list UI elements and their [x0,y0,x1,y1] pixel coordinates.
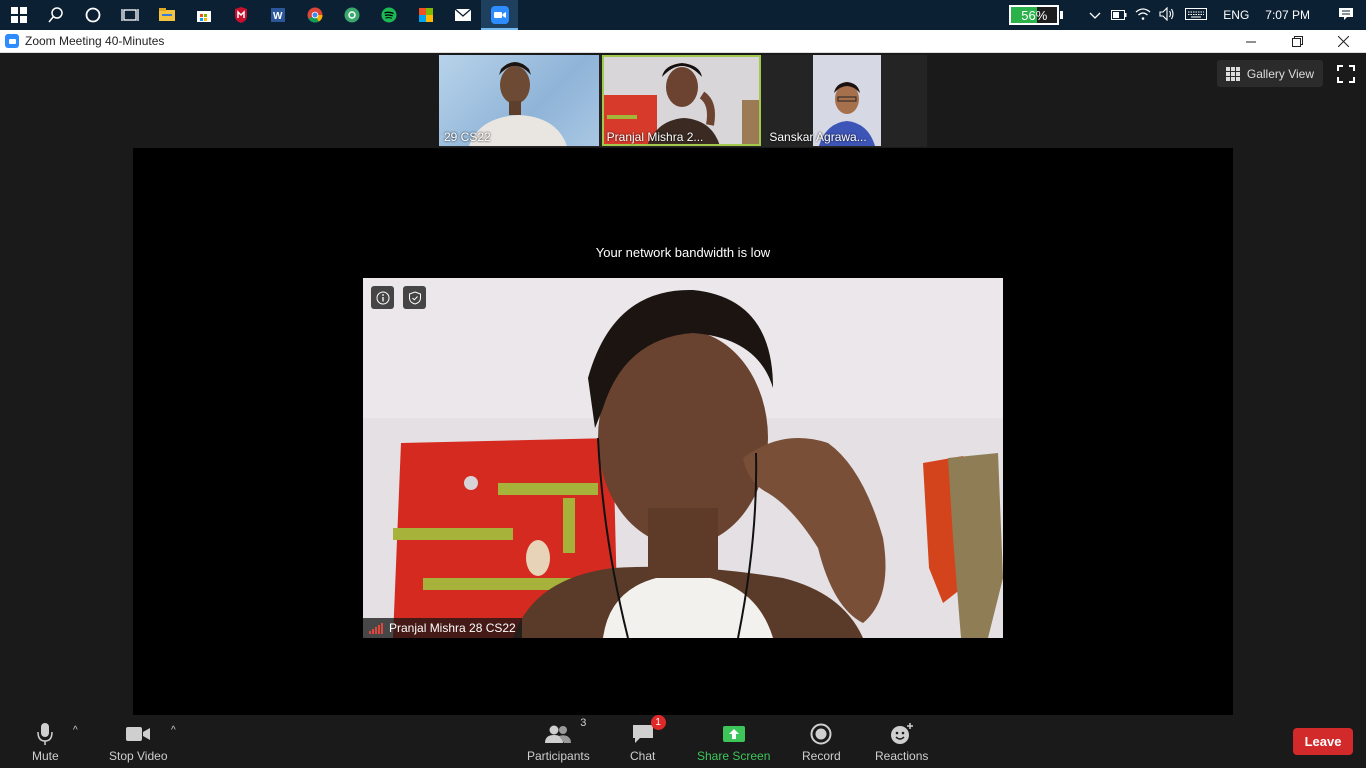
grid-icon [1225,66,1240,81]
speaker-name: Pranjal Mishra 28 CS22 [389,621,516,635]
participant-thumbnail[interactable]: Sanskar Agrawa... [764,55,925,146]
cortana-icon[interactable] [74,0,111,30]
battery-icon[interactable] [1107,8,1131,23]
leave-label: Leave [1304,734,1342,749]
microphone-icon [37,721,54,747]
mcafee-icon[interactable] [222,0,259,30]
gallery-view-label: Gallery View [1246,66,1314,81]
reactions-label: Reactions [875,749,929,763]
spotify-icon[interactable] [370,0,407,30]
mail-icon[interactable] [444,0,481,30]
participant-thumbnail-strip: 29 CS22 Pranjal Mishra 2... Sanskar Agra… [439,55,927,147]
store-icon[interactable] [185,0,222,30]
speaker-name-tag: Pranjal Mishra 28 CS22 [363,618,522,638]
participants-count: 3 [580,717,587,729]
meeting-controls-toolbar: Mute ^ Stop Video ^ 3 Participants 1 Cha… [0,715,1366,768]
share-screen-label: Share Screen [697,749,771,763]
active-speaker-stage: Your network bandwidth is low Pranjal Mi… [133,148,1233,715]
share-screen-icon [722,721,746,747]
signal-strength-icon [369,622,383,634]
chat-label: Chat [630,749,656,763]
mute-button[interactable]: Mute [32,721,59,763]
fullscreen-icon[interactable] [1336,64,1356,84]
shield-icon [408,290,421,305]
task-view-icon[interactable] [111,0,148,30]
svg-text:W: W [273,11,283,22]
participant-thumbnail-active[interactable]: Pranjal Mishra 2... [601,55,762,146]
participant-name: Sanskar Agrawa... [769,130,867,144]
participant-name: Pranjal Mishra 2... [606,130,704,144]
reactions-button[interactable]: Reactions [875,721,928,763]
meeting-info-button[interactable] [371,286,394,309]
window-title-bar: Zoom Meeting 40-Minutes [0,30,1366,53]
chat-icon: 1 [632,715,666,747]
smiley-add-icon [890,721,914,747]
wifi-icon[interactable] [1131,7,1155,24]
info-icon [376,291,389,304]
window-title: Zoom Meeting 40-Minutes [25,34,165,48]
notifications-icon[interactable] [1326,7,1366,24]
participants-button[interactable]: 3 Participants [527,717,590,763]
keyboard-icon[interactable] [1179,7,1213,23]
battery-percent: 56% [1021,7,1048,23]
chrome-icon[interactable] [296,0,333,30]
zoom-logo-icon [5,34,19,48]
close-button[interactable] [1320,30,1366,53]
gallery-view-button[interactable]: Gallery View [1216,60,1323,87]
minimize-button[interactable] [1228,30,1274,53]
record-icon [810,721,832,747]
chat-unread-badge: 1 [650,715,666,730]
chat-button[interactable]: 1 Chat [630,715,666,763]
meeting-area: 29 CS22 Pranjal Mishra 2... Sanskar Agra… [0,53,1366,715]
file-explorer-icon[interactable] [148,0,185,30]
security-shield-button[interactable] [403,286,426,309]
record-label: Record [802,749,841,763]
record-button[interactable]: Record [802,721,841,763]
participants-label: Participants [527,749,590,763]
office-icon[interactable] [407,0,444,30]
app-icon[interactable] [333,0,370,30]
active-speaker-video[interactable]: Pranjal Mishra 28 CS22 [363,278,1003,638]
speaker-video-frame [363,278,1003,638]
windows-taskbar: W 56% ENG 7:07 PM [0,0,1366,30]
leave-meeting-button[interactable]: Leave [1293,728,1353,755]
windows-start-icon[interactable] [0,0,37,30]
volume-icon[interactable] [1155,6,1179,24]
restore-button[interactable] [1274,30,1320,53]
word-icon[interactable]: W [259,0,296,30]
participant-thumbnail[interactable]: 29 CS22 [439,55,599,146]
participant-name: 29 CS22 [444,130,491,144]
network-warning: Your network bandwidth is low [595,245,771,260]
stop-video-label: Stop Video [109,749,168,763]
chevron-up-icon[interactable] [1083,8,1107,23]
mute-label: Mute [32,749,59,763]
language-indicator[interactable]: ENG [1223,8,1249,22]
participants-icon: 3 [544,717,586,747]
share-screen-button[interactable]: Share Screen [697,721,770,763]
stop-video-button[interactable]: Stop Video [109,721,168,763]
battery-indicator[interactable]: 56% [1009,5,1064,25]
search-icon[interactable] [37,0,74,30]
video-camera-icon [125,721,151,747]
video-options-chevron-icon[interactable]: ^ [171,725,176,736]
audio-options-chevron-icon[interactable]: ^ [73,725,78,736]
clock[interactable]: 7:07 PM [1265,8,1310,22]
zoom-icon[interactable] [481,0,518,30]
